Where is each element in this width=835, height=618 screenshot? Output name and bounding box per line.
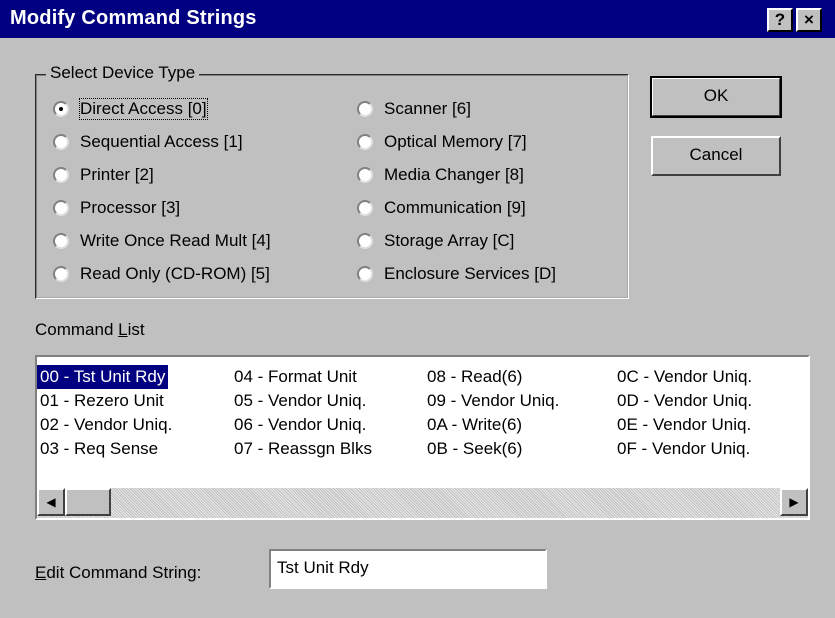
device-type-radio[interactable]: Storage Array [C] — [357, 229, 514, 253]
scroll-right-icon[interactable]: ▶ — [780, 488, 808, 516]
device-type-label: Media Changer [8] — [384, 165, 524, 184]
device-type-radio[interactable]: Direct Access [0] — [53, 97, 208, 121]
device-type-label: Enclosure Services [D] — [384, 264, 556, 283]
device-type-label: Write Once Read Mult [4] — [80, 231, 271, 250]
close-button[interactable]: × — [796, 8, 822, 32]
command-list-item[interactable]: 03 - Req Sense — [37, 437, 161, 461]
radio-unchecked-icon[interactable] — [357, 134, 373, 150]
command-list-item[interactable]: 0E - Vendor Uniq. — [614, 413, 754, 437]
device-type-radio[interactable]: Read Only (CD-ROM) [5] — [53, 262, 270, 286]
command-list-item[interactable]: 0B - Seek(6) — [424, 437, 525, 461]
command-listbox[interactable]: 00 - Tst Unit Rdy 01 - Rezero Unit 02 - Ve… — [35, 355, 810, 520]
window-title: Modify Command Strings — [10, 7, 257, 29]
command-list-item[interactable]: 07 - Reassgn Blks — [231, 437, 375, 461]
command-list-item[interactable]: 0C - Vendor Uniq. — [614, 365, 755, 389]
device-type-radio[interactable]: Media Changer [8] — [357, 163, 524, 187]
device-type-radio[interactable]: Write Once Read Mult [4] — [53, 229, 271, 253]
radio-unchecked-icon[interactable] — [357, 167, 373, 183]
device-type-radio[interactable]: Communication [9] — [357, 196, 526, 220]
command-list-item[interactable]: 0F - Vendor Uniq. — [614, 437, 753, 461]
edit-command-string-input[interactable]: Tst Unit Rdy — [269, 549, 547, 589]
ok-button[interactable]: OK — [650, 76, 782, 118]
edit-command-string-label: Edit Command String: — [35, 563, 202, 582]
device-type-radio[interactable]: Scanner [6] — [357, 97, 471, 121]
device-type-label: Printer [2] — [80, 165, 154, 184]
command-list-item[interactable]: 00 - Tst Unit Rdy — [37, 365, 169, 389]
device-type-group-label: Select Device Type — [46, 63, 200, 83]
cancel-button[interactable]: Cancel — [651, 136, 781, 176]
scroll-thumb[interactable] — [65, 488, 111, 516]
radio-checked-icon[interactable] — [53, 101, 69, 117]
command-list-item[interactable]: 09 - Vendor Uniq. — [424, 389, 562, 413]
command-list-item[interactable]: 0D - Vendor Uniq. — [614, 389, 755, 413]
device-type-label: Communication [9] — [384, 198, 526, 217]
command-list-item[interactable]: 08 - Read(6) — [424, 365, 525, 389]
command-list-item[interactable]: 05 - Vendor Uniq. — [231, 389, 369, 413]
device-type-radio[interactable]: Printer [2] — [53, 163, 154, 187]
device-type-label: Storage Array [C] — [384, 231, 515, 250]
device-type-label: Sequential Access [1] — [80, 132, 243, 151]
device-type-label: Read Only (CD-ROM) [5] — [80, 264, 270, 283]
device-type-label: Optical Memory [7] — [384, 132, 527, 151]
title-bar: Modify Command Strings ? × — [0, 0, 835, 38]
device-type-label: Direct Access [0] — [79, 98, 208, 120]
device-type-label: Processor [3] — [80, 198, 181, 217]
radio-unchecked-icon[interactable] — [53, 200, 69, 216]
radio-unchecked-icon[interactable] — [53, 167, 69, 183]
device-type-radio[interactable]: Processor [3] — [53, 196, 180, 220]
device-type-radio[interactable]: Enclosure Services [D] — [357, 262, 556, 286]
radio-unchecked-icon[interactable] — [357, 101, 373, 117]
device-type-radio[interactable]: Sequential Access [1] — [53, 130, 243, 154]
command-list-item[interactable]: 06 - Vendor Uniq. — [231, 413, 369, 437]
command-list-item[interactable]: 01 - Rezero Unit — [37, 389, 167, 413]
radio-unchecked-icon[interactable] — [53, 266, 69, 282]
radio-unchecked-icon[interactable] — [357, 233, 373, 249]
radio-unchecked-icon[interactable] — [357, 200, 373, 216]
radio-unchecked-icon[interactable] — [53, 233, 69, 249]
horizontal-scrollbar[interactable]: ◀ ▶ — [37, 488, 808, 518]
command-list-item[interactable]: 04 - Format Unit — [231, 365, 360, 389]
device-type-label: Scanner [6] — [384, 99, 471, 118]
radio-unchecked-icon[interactable] — [357, 266, 373, 282]
radio-unchecked-icon[interactable] — [53, 134, 69, 150]
help-button[interactable]: ? — [767, 8, 793, 32]
scroll-left-icon[interactable]: ◀ — [37, 488, 65, 516]
device-type-radio[interactable]: Optical Memory [7] — [357, 130, 527, 154]
command-list-item[interactable]: 02 - Vendor Uniq. — [37, 413, 175, 437]
command-list-label: Command List — [35, 320, 145, 339]
command-list-item[interactable]: 0A - Write(6) — [424, 413, 525, 437]
